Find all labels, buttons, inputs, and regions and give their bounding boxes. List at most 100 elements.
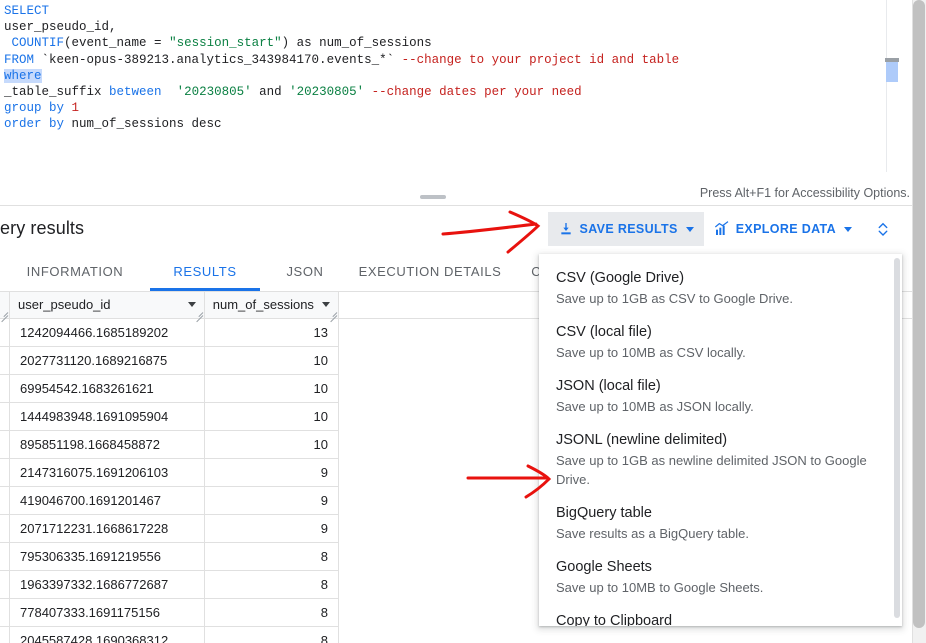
- sql-line-7: group by 1: [4, 101, 80, 116]
- results-toolbar: SAVE RESULTS EXPLORE DATA: [547, 212, 898, 246]
- sql-line-4: FROM `keen-opus-389213.analytics_3439841…: [4, 52, 680, 67]
- sql-line-8: order by num_of_sessions desc: [4, 117, 222, 132]
- column-header-label: user_pseudo_id: [18, 297, 111, 313]
- cell-user-pseudo-id: 778407333.1691175156: [9, 597, 205, 627]
- menu-item-csv-local-file[interactable]: CSV (local file) Save up to 10MB as CSV l…: [539, 316, 902, 370]
- cell-num-of-sessions: 8: [203, 597, 339, 627]
- chevron-down-icon[interactable]: [187, 302, 196, 308]
- sql-line-5: where: [4, 68, 42, 83]
- menu-item-jsonl-newline-delimited[interactable]: JSONL (newline delimited) Save up to 1GB …: [539, 424, 902, 497]
- page-title: ery results: [0, 218, 85, 238]
- menu-item-title: CSV (local file): [556, 324, 652, 340]
- column-header-label: num_of_sessions: [212, 297, 314, 313]
- save-results-menu[interactable]: CSV (Google Drive) Save up to 1GB as CSV …: [539, 254, 902, 626]
- menu-item-subtitle: Save up to 10MB to Google Sheets.: [556, 580, 764, 595]
- sql-code[interactable]: SELECT user_pseudo_id, COUNTIF(event_name…: [4, 3, 679, 133]
- explore-data-button[interactable]: EXPLORE DATA: [704, 212, 862, 246]
- download-icon: [558, 221, 574, 237]
- tab-label: EXECUTION DETAILS: [358, 264, 502, 279]
- sql-line-3: COUNTIF(event_name = "session_start") as…: [11, 36, 432, 51]
- cell-filler: [337, 626, 912, 643]
- menu-item-subtitle: Save up to 1GB as newline delimited JSON…: [556, 453, 867, 487]
- cell-num-of-sessions: 10: [203, 401, 339, 431]
- tab-label: INFORMATION: [26, 264, 124, 279]
- bar-chart-icon: [714, 221, 730, 237]
- cell-user-pseudo-id: 1444983948.1691095904: [9, 401, 205, 431]
- menu-item-title: JSON (local file): [556, 378, 661, 394]
- menu-item-title: JSONL (newline delimited): [556, 432, 728, 448]
- row-number-cell: [0, 597, 10, 627]
- cell-user-pseudo-id: 419046700.1691201467: [9, 485, 205, 515]
- cell-num-of-sessions: 8: [203, 569, 339, 599]
- cell-user-pseudo-id: 2027731120.1689216875: [9, 345, 205, 375]
- results-header: ery results SAVE RESULTS EXPLORE DATA: [0, 206, 912, 252]
- cell-user-pseudo-id: 895851198.1668458872: [9, 429, 205, 459]
- row-number-cell: [0, 373, 10, 403]
- resize-grip-icon: [0, 308, 9, 322]
- expand-collapse-button[interactable]: [868, 212, 898, 246]
- page-scrollbar-thumb[interactable]: [913, 0, 925, 628]
- cell-user-pseudo-id: 795306335.1691219556: [9, 541, 205, 571]
- editor-scroll-thumb[interactable]: [885, 58, 899, 62]
- editor-minimap-marker: [886, 62, 898, 82]
- sql-line-6: _table_suffix between '20230805' and '20…: [4, 84, 582, 99]
- menu-item-copy-to-clipboard[interactable]: Copy to ClipboardCopy up to 1MB to the c…: [539, 605, 902, 626]
- cell-user-pseudo-id: 1242094466.1685189202: [9, 317, 205, 347]
- menu-item-subtitle: Save results as a BigQuery table.: [556, 526, 749, 541]
- sql-editor[interactable]: SELECT user_pseudo_id, COUNTIF(event_name…: [0, 0, 926, 172]
- tab-results[interactable]: RESULTS: [150, 252, 260, 291]
- save-results-button[interactable]: SAVE RESULTS: [547, 212, 704, 246]
- bigquery-console-screenshot: SELECT user_pseudo_id, COUNTIF(event_name…: [0, 0, 926, 643]
- accessibility-hint: Press Alt+F1 for Accessibility Options.: [699, 186, 910, 200]
- row-number-cell: [0, 569, 10, 599]
- tab-information[interactable]: INFORMATION: [0, 252, 150, 291]
- menu-scrollbar[interactable]: [894, 258, 900, 618]
- cell-num-of-sessions: 9: [203, 457, 339, 487]
- menu-item-title: Copy to Clipboard: [556, 613, 673, 626]
- cell-num-of-sessions: 9: [203, 485, 339, 515]
- explore-data-label: EXPLORE DATA: [735, 222, 836, 236]
- sql-line-2: user_pseudo_id,: [4, 20, 117, 35]
- cell-num-of-sessions: 8: [203, 541, 339, 571]
- menu-item-google-sheets[interactable]: Google Sheets Save up to 10MB to Google S…: [539, 551, 902, 605]
- menu-item-subtitle: Save up to 10MB as CSV locally.: [556, 345, 746, 360]
- tab-json[interactable]: JSON: [260, 252, 350, 291]
- save-results-label: SAVE RESULTS: [579, 222, 678, 236]
- panel-resize-handle[interactable]: [420, 195, 446, 199]
- tab-label: JSON: [286, 264, 324, 279]
- table-row[interactable]: 2045587428.1690368312 8: [0, 625, 912, 643]
- tab-label: RESULTS: [173, 264, 237, 279]
- cell-num-of-sessions: 10: [203, 429, 339, 459]
- row-number-header[interactable]: [0, 292, 10, 322]
- menu-item-bigquery-table[interactable]: BigQuery table Save results as a BigQuery…: [539, 497, 902, 551]
- cell-user-pseudo-id: 2045587428.1690368312: [9, 625, 205, 643]
- menu-item-subtitle: Save up to 1GB as CSV to Google Drive.: [556, 291, 794, 306]
- column-header-num-of-sessions[interactable]: num_of_sessions: [203, 292, 339, 322]
- menu-item-title: Google Sheets: [556, 559, 652, 575]
- cell-user-pseudo-id: 2071712231.1668617228: [9, 513, 205, 543]
- cell-num-of-sessions: 10: [203, 373, 339, 403]
- expand-collapse-icon: [878, 222, 888, 236]
- menu-item-csv-google-drive[interactable]: CSV (Google Drive) Save up to 1GB as CSV …: [539, 262, 902, 316]
- chevron-down-icon[interactable]: [321, 302, 330, 308]
- chevron-down-icon: [844, 226, 852, 232]
- row-number-cell: [0, 485, 10, 515]
- row-number-cell: [0, 345, 10, 375]
- row-number-cell: [0, 317, 10, 347]
- cell-num-of-sessions: 9: [203, 513, 339, 543]
- cell-num-of-sessions: 8: [203, 625, 339, 643]
- tab-execution-details[interactable]: EXECUTION DETAILS: [350, 252, 510, 291]
- sql-line-1: SELECT: [4, 4, 50, 18]
- menu-item-title: CSV (Google Drive): [556, 270, 685, 286]
- cell-user-pseudo-id: 69954542.1683261621: [9, 373, 205, 403]
- menu-item-json-local-file[interactable]: JSON (local file) Save up to 10MB as JSON…: [539, 370, 902, 424]
- menu-item-subtitle: Save up to 10MB as JSON locally.: [556, 399, 754, 414]
- editor-minimap-track[interactable]: [886, 0, 899, 172]
- row-number-cell: [0, 457, 10, 487]
- row-number-cell: [0, 625, 10, 643]
- row-number-cell: [0, 401, 10, 431]
- cell-user-pseudo-id: 1963397332.1686772687: [9, 569, 205, 599]
- column-header-user-pseudo-id[interactable]: user_pseudo_id: [9, 292, 205, 322]
- chevron-down-icon: [685, 226, 694, 232]
- cell-num-of-sessions: 13: [203, 317, 339, 347]
